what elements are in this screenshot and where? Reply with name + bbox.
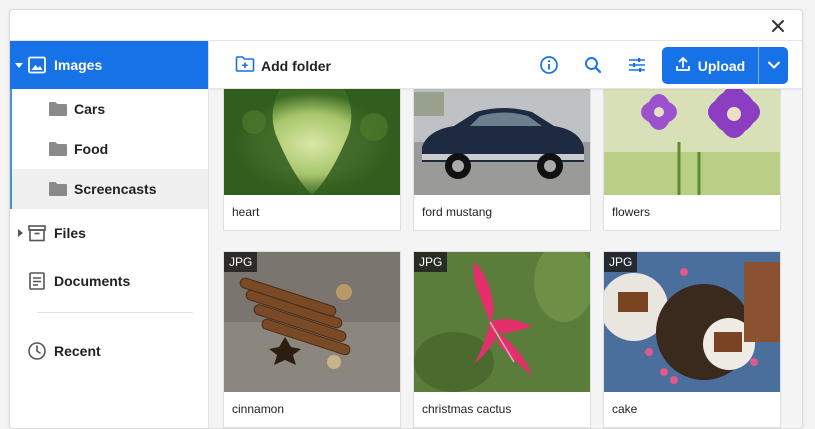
info-icon[interactable] xyxy=(539,55,559,75)
upload-icon xyxy=(675,56,691,75)
file-card-cinnamon[interactable]: JPG cinnamon xyxy=(223,251,401,428)
sidebar-item-food[interactable]: Food xyxy=(10,129,208,169)
file-type-badge: JPG xyxy=(224,252,258,272)
caret-down-icon[interactable] xyxy=(15,63,23,68)
chevron-down-icon xyxy=(767,57,781,75)
sidebar-item-cars[interactable]: Cars xyxy=(10,89,208,129)
file-card-christmas-cactus[interactable]: JPG christmas cactus xyxy=(413,251,591,428)
file-card-cake[interactable]: JPG cake xyxy=(603,251,781,428)
thumbnail-image: JPG xyxy=(414,252,590,392)
sidebar-item-label: Cars xyxy=(74,101,106,117)
sidebar-item-label: Screencasts xyxy=(74,181,157,197)
sidebar-item-label: Food xyxy=(74,141,109,157)
thumbnail-image: JPG xyxy=(224,252,400,392)
upload-dropdown-button[interactable] xyxy=(759,47,788,84)
thumbnail-image xyxy=(224,89,400,195)
sidebar-item-label: Files xyxy=(54,225,86,241)
add-folder-label: Add folder xyxy=(261,57,331,74)
file-caption: cinnamon xyxy=(232,402,285,416)
file-card-heart[interactable]: heart xyxy=(223,89,401,231)
caret-right-icon[interactable] xyxy=(18,229,23,237)
sidebar-item-label: Images xyxy=(54,57,103,73)
folder-icon xyxy=(48,101,68,117)
file-caption: flowers xyxy=(612,205,651,219)
sidebar-item-screencasts[interactable]: Screencasts xyxy=(10,169,208,209)
file-caption: ford mustang xyxy=(422,205,493,219)
sidebar-item-documents[interactable]: Documents xyxy=(10,257,208,305)
upload-button[interactable]: Upload xyxy=(662,47,758,84)
sidebar-item-label: Documents xyxy=(54,273,131,289)
folder-icon xyxy=(48,141,68,157)
document-icon xyxy=(27,271,47,291)
sidebar-item-images[interactable]: Images xyxy=(10,41,208,89)
thumbnail-image xyxy=(604,89,780,195)
dialog-titlebar xyxy=(10,10,802,41)
file-card-ford-mustang[interactable]: ford mustang xyxy=(413,89,591,231)
add-folder-button[interactable]: Add folder xyxy=(235,55,331,76)
file-card-flowers[interactable]: flowers xyxy=(603,89,781,231)
file-browser-dialog: Images Cars Food Screencasts Files Docum… xyxy=(9,9,803,429)
sidebar-item-label: Recent xyxy=(54,343,101,359)
image-icon xyxy=(27,55,47,75)
file-grid: heart ford mustang flowers JPG cinnamon … xyxy=(209,89,802,428)
thumbnail-image xyxy=(414,89,590,195)
toolbar: Add folder Upload xyxy=(209,41,802,89)
folder-plus-icon xyxy=(235,55,255,76)
folder-icon xyxy=(48,181,68,197)
file-caption: christmas cactus xyxy=(422,402,512,416)
upload-split-button: Upload xyxy=(662,47,788,84)
clock-icon xyxy=(27,341,47,361)
file-caption: heart xyxy=(232,205,260,219)
thumbnail-image: JPG xyxy=(604,252,780,392)
file-type-badge: JPG xyxy=(604,252,638,272)
file-caption: cake xyxy=(612,402,638,416)
archive-box-icon xyxy=(27,223,47,243)
upload-label: Upload xyxy=(697,57,746,74)
sidebar: Images Cars Food Screencasts Files Docum… xyxy=(10,41,209,428)
search-icon[interactable] xyxy=(583,55,603,75)
filter-sliders-icon[interactable] xyxy=(627,55,647,75)
file-type-badge: JPG xyxy=(414,252,448,272)
sidebar-item-recent[interactable]: Recent xyxy=(10,327,208,375)
close-icon[interactable] xyxy=(768,16,788,36)
sidebar-item-files[interactable]: Files xyxy=(10,209,208,257)
sidebar-divider xyxy=(37,312,193,313)
